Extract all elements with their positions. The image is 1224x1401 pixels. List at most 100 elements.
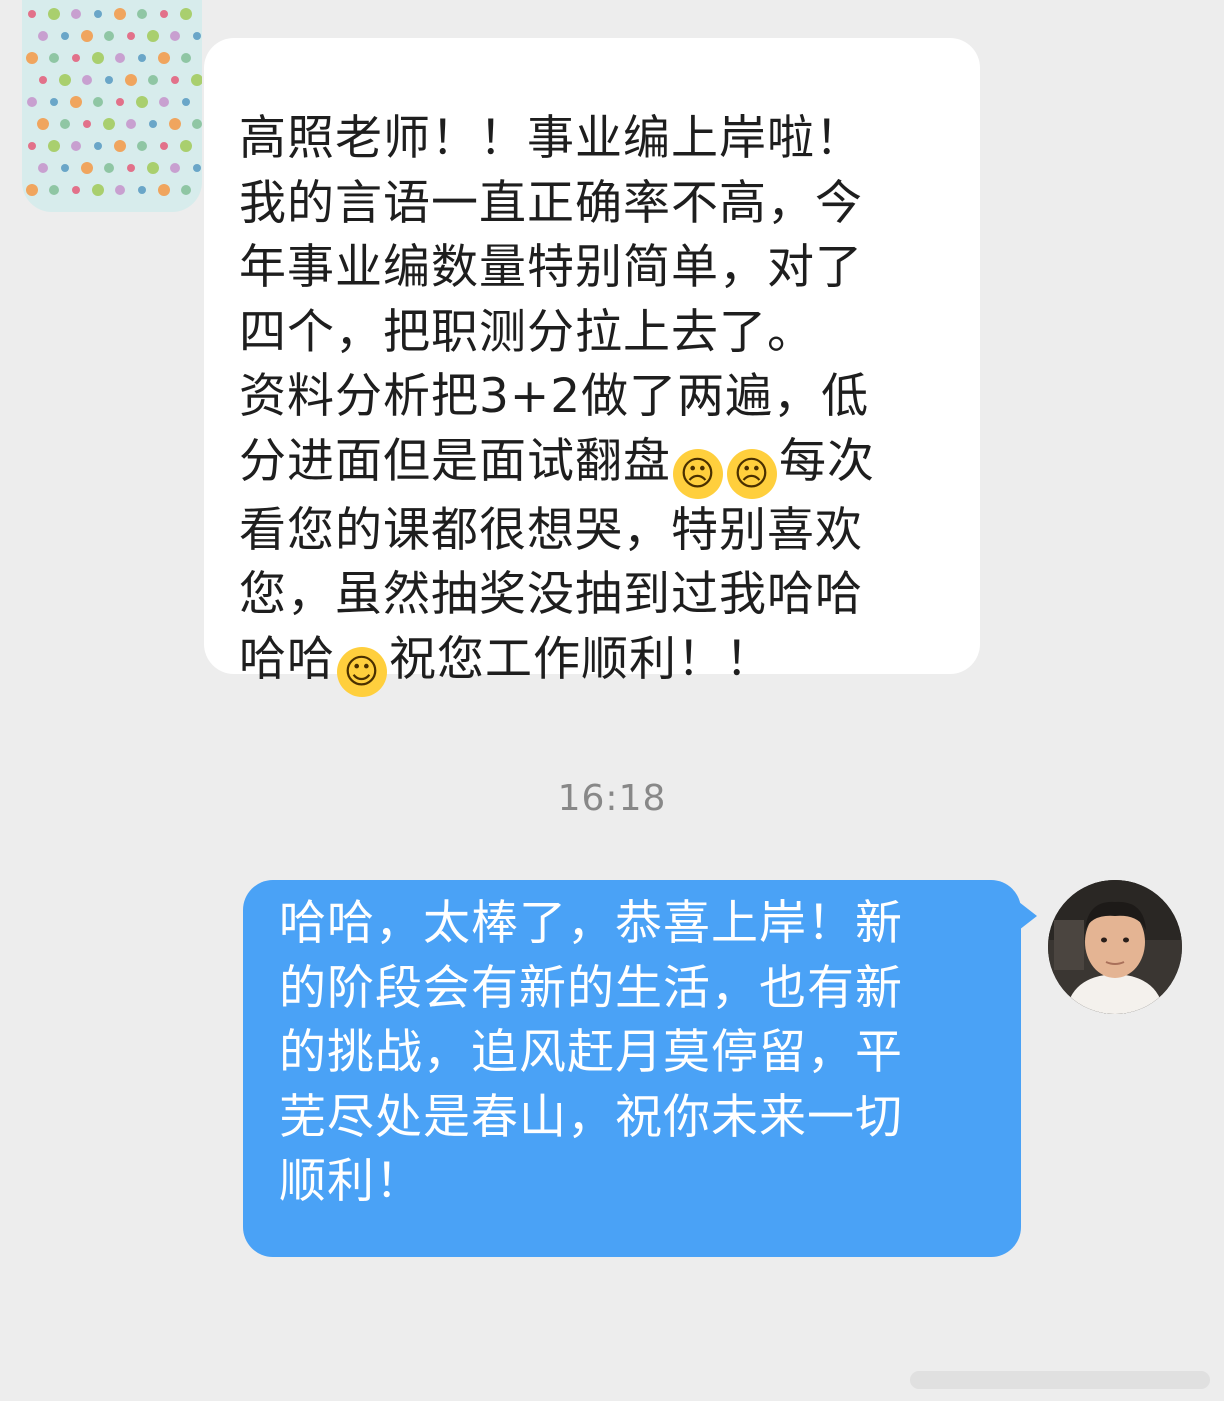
avatar-dot (48, 8, 60, 20)
avatar-dot (160, 142, 168, 150)
person-avatar-image (1048, 880, 1182, 1014)
avatar-dot (169, 118, 181, 130)
avatar-dot (170, 31, 180, 41)
avatar-dot (81, 162, 93, 174)
avatar-dot (180, 8, 192, 20)
avatar-dot (38, 163, 48, 173)
avatar-dot (104, 163, 114, 173)
avatar-dot (105, 76, 113, 84)
message-line: 年事业编数量特别简单，对了 (239, 240, 863, 295)
avatar-dot (149, 120, 157, 128)
avatar-dot (136, 96, 148, 108)
avatar-dot (70, 96, 82, 108)
avatar-dot (114, 8, 126, 20)
avatar-dot (114, 140, 126, 152)
avatar-dot (92, 184, 104, 196)
message-line: 您，虽然抽奖没抽到过我哈哈 (239, 567, 863, 622)
avatar-dot (103, 118, 115, 130)
avatar-dot (71, 141, 81, 151)
polka-dot-avatar-image (22, 0, 202, 212)
avatar-dot (38, 31, 48, 41)
avatar-dot (147, 30, 159, 42)
message-line-with-emoji: 分进面但是面试翻盘 ☹ ☹ 每次 (239, 430, 960, 499)
avatar-dot (138, 54, 146, 62)
avatar-dot (125, 74, 137, 86)
message-line: 我的言语一直正确率不高，今 (239, 175, 863, 231)
avatar-dot (158, 184, 170, 196)
avatar-dot (137, 141, 147, 151)
avatar-dot (158, 52, 170, 64)
avatar-dot (127, 164, 135, 172)
loudly-crying-face-icon: ☹ (727, 448, 777, 499)
message-text: 祝您工作顺利！！ (389, 631, 773, 687)
avatar-dot (181, 53, 191, 63)
avatar-dot (83, 120, 91, 128)
avatar-dot (61, 164, 69, 172)
incoming-message-bubble[interactable]: 高照老师！！事业编上岸啦！ 我的言语一直正确率不高，今 年事业编数量特别简单，对… (204, 38, 980, 697)
message-text: 分进面但是面试翻盘 (239, 433, 671, 489)
avatar-dot (60, 119, 70, 129)
message-line-with-emoji: 哈哈 ☺ 祝您工作顺利！！ (239, 628, 960, 697)
sender-avatar[interactable] (22, 0, 202, 212)
avatar-dot (126, 119, 136, 129)
outgoing-message-bubble[interactable]: 哈哈，太棒了，恭喜上岸！新 的阶段会有新的生活，也有新 的挑战，追风赶月莫停留，… (243, 880, 1037, 1257)
avatar-dot (27, 97, 37, 107)
message-line: 资料分析把3+2做了两遍，低 (239, 369, 870, 424)
avatar-dot (39, 76, 47, 84)
message-line: 哈哈，太棒了，恭喜上岸！新 (279, 896, 903, 951)
loudly-crying-face-icon: ☹ (673, 448, 723, 499)
avatar-dot (104, 31, 114, 41)
avatar-dot (94, 142, 102, 150)
message-line: 四个，把职测分拉上去了。 (239, 304, 815, 360)
avatar-dot (192, 119, 202, 129)
avatar-dot (72, 54, 80, 62)
avatar-dot (115, 53, 125, 63)
avatar-dot (37, 118, 49, 130)
watermark-bar (910, 1371, 1210, 1389)
message-line: 顺利！ (279, 1154, 423, 1209)
message-timestamp: 16:18 (557, 778, 667, 819)
avatar-dot (193, 164, 201, 172)
avatar-dot (93, 97, 103, 107)
receiver-avatar[interactable] (1048, 880, 1182, 1014)
avatar-dot (28, 142, 36, 150)
message-text: 每次 (779, 433, 875, 489)
avatar-dot (92, 52, 104, 64)
avatar-dot (127, 32, 135, 40)
message-line: 看您的课都很想哭，特别喜欢 (239, 502, 863, 558)
avatar-dot (170, 163, 180, 173)
grinning-face-icon: ☺ (337, 646, 387, 697)
avatar-dot (72, 186, 80, 194)
avatar-dot (71, 9, 81, 19)
avatar-dot (48, 140, 60, 152)
avatar-dot (181, 185, 191, 195)
avatar-dot (28, 10, 36, 18)
avatar-dot (82, 75, 92, 85)
message-text: 哈哈 (239, 631, 335, 687)
avatar-dot (160, 10, 168, 18)
avatar-dot (180, 140, 192, 152)
avatar-dot (171, 76, 179, 84)
avatar-dot (116, 98, 124, 106)
avatar-dot (26, 184, 38, 196)
avatar-dot (115, 185, 125, 195)
message-line: 的挑战，追风赶月莫停留，平 (279, 1025, 903, 1080)
avatar-dot (26, 52, 38, 64)
avatar-dot (94, 10, 102, 18)
message-line: 的阶段会有新的生活，也有新 (279, 960, 903, 1016)
avatar-dot (148, 75, 158, 85)
avatar-dot (49, 185, 59, 195)
avatar-dot (81, 30, 93, 42)
avatar-dot (182, 98, 190, 106)
avatar-dot (137, 9, 147, 19)
avatar-dot (193, 32, 201, 40)
avatar-dot (49, 53, 59, 63)
avatar-dot (61, 32, 69, 40)
avatar-dot (147, 162, 159, 174)
message-line: 芜尽处是春山，祝你未来一切 (279, 1089, 903, 1145)
avatar-dot (138, 186, 146, 194)
avatar-dot (50, 98, 58, 106)
avatar-dot (159, 97, 169, 107)
message-line: 高照老师！！事业编上岸啦！ (239, 111, 863, 166)
avatar-dot (59, 74, 71, 86)
